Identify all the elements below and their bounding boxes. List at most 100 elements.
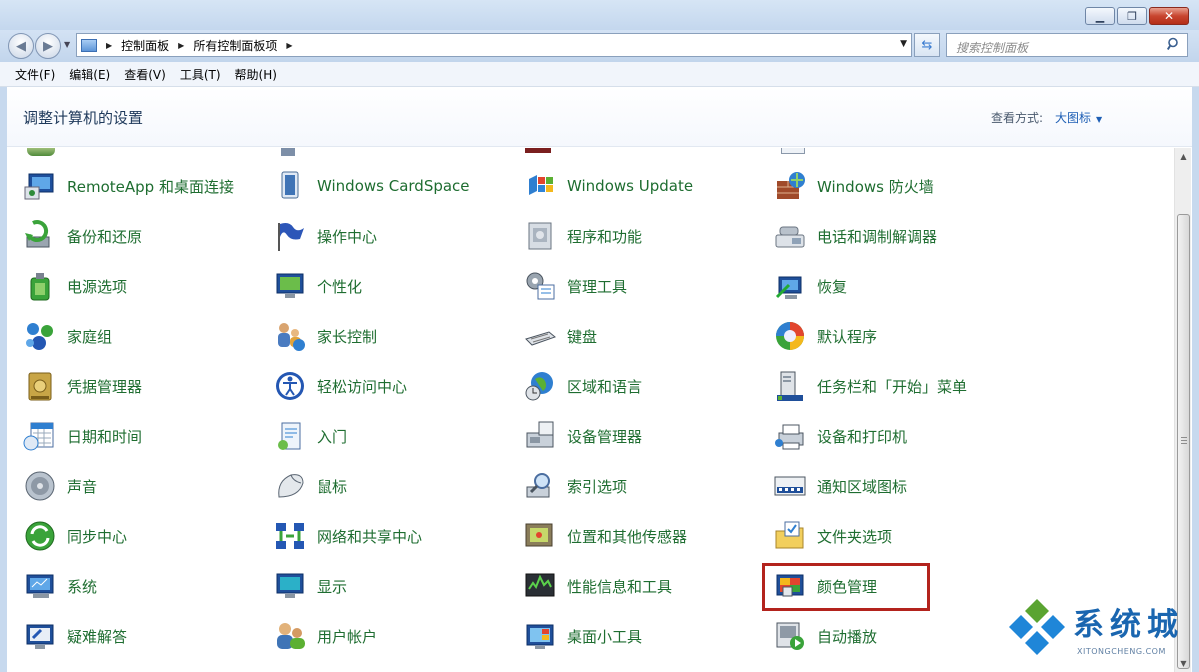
- control-panel-item[interactable]: 网络和共享中心: [273, 519, 518, 553]
- menu-tools[interactable]: 工具(T): [173, 66, 228, 83]
- item-label: 电源选项: [67, 277, 128, 296]
- control-panel-item[interactable]: 键盘: [523, 319, 768, 353]
- item-label: 家庭组: [67, 327, 113, 346]
- control-panel-icon: [81, 38, 97, 52]
- item-label: 性能信息和工具: [567, 577, 673, 596]
- windows-update-icon: [523, 169, 557, 203]
- minimize-button[interactable]: ▁: [1085, 7, 1115, 25]
- control-panel-item[interactable]: 位置和其他传感器: [523, 519, 768, 553]
- address-bar[interactable]: ▶ 控制面板 ▶ 所有控制面板项 ▶ ▼: [76, 33, 912, 57]
- item-label: 管理工具: [567, 277, 628, 296]
- devices-printers-icon: [773, 419, 807, 453]
- forward-button[interactable]: ▶: [35, 33, 61, 59]
- content-area: 调整计算机的设置 查看方式: 大图标 ▼ RemoteApp 和桌面连接 Windo…: [7, 87, 1192, 672]
- control-panel-item[interactable]: 设备管理器: [523, 419, 768, 453]
- item-label: 显示: [317, 577, 348, 596]
- control-panel-item[interactable]: 备份和还原: [23, 219, 268, 253]
- item-label: 桌面小工具: [567, 627, 643, 646]
- back-arrow-icon: ◀: [16, 38, 26, 54]
- control-panel-item[interactable]: 文件夹选项: [773, 519, 1018, 553]
- control-panel-item[interactable]: 桌面小工具: [523, 619, 768, 653]
- breadcrumb-chevron-icon[interactable]: ▶: [178, 41, 184, 50]
- watermark-logo: 系统城 XITONGCHENG.COM: [1005, 597, 1195, 661]
- item-label: 默认程序: [817, 327, 878, 346]
- ease-of-access-icon: [273, 369, 307, 403]
- control-panel-item[interactable]: 性能信息和工具: [523, 569, 768, 603]
- control-panel-item[interactable]: 家长控制: [273, 319, 518, 353]
- control-panel-item[interactable]: 凭据管理器: [23, 369, 268, 403]
- control-panel-item[interactable]: 区域和语言: [523, 369, 768, 403]
- close-button[interactable]: ✕: [1149, 7, 1189, 25]
- control-panel-item[interactable]: 轻松访问中心: [273, 369, 518, 403]
- control-panel-item[interactable]: 声音: [23, 469, 268, 503]
- item-label: Windows Update: [567, 177, 694, 195]
- item-label: 系统: [67, 577, 98, 596]
- vertical-scrollbar[interactable]: ▲ ▼: [1174, 148, 1191, 672]
- control-panel-item[interactable]: 自动播放: [773, 619, 1018, 653]
- menu-edit[interactable]: 编辑(E): [62, 66, 117, 83]
- control-panel-item[interactable]: 用户帐户: [273, 619, 518, 653]
- control-panel-item[interactable]: 系统: [23, 569, 268, 603]
- breadcrumb-all-items[interactable]: 所有控制面板项: [193, 37, 277, 54]
- location-sensors-icon: [523, 519, 557, 553]
- action-center-flag-icon: [273, 219, 307, 253]
- item-label: 区域和语言: [567, 377, 643, 396]
- content-header: 调整计算机的设置 查看方式: 大图标 ▼: [7, 87, 1192, 147]
- control-panel-item[interactable]: Windows 防火墙: [773, 169, 1018, 203]
- back-button[interactable]: ◀: [8, 33, 34, 59]
- search-input[interactable]: 搜索控制面板: [946, 33, 1188, 57]
- control-panel-item[interactable]: 日期和时间: [23, 419, 268, 453]
- cardspace-icon: [273, 169, 307, 203]
- address-dropdown-icon[interactable]: ▼: [900, 39, 907, 49]
- item-label: 声音: [67, 477, 98, 496]
- refresh-button[interactable]: ⇆: [914, 33, 940, 57]
- menu-help[interactable]: 帮助(H): [228, 66, 284, 83]
- display-icon: [273, 569, 307, 603]
- item-label: Windows 防火墙: [817, 177, 934, 196]
- control-panel-item[interactable]: 默认程序: [773, 319, 1018, 353]
- control-panel-item[interactable]: 设备和打印机: [773, 419, 1018, 453]
- control-panel-item[interactable]: 入门: [273, 419, 518, 453]
- control-panel-item[interactable]: 疑难解答: [23, 619, 268, 653]
- scroll-up-icon[interactable]: ▲: [1175, 148, 1192, 165]
- menu-bar: 文件(F) 编辑(E) 查看(V) 工具(T) 帮助(H): [0, 62, 1199, 87]
- control-panel-item[interactable]: 索引选项: [523, 469, 768, 503]
- control-panel-item[interactable]: 管理工具: [523, 269, 768, 303]
- dropdown-arrow-icon: ▼: [1096, 115, 1103, 124]
- breadcrumb-chevron-icon[interactable]: ▶: [106, 41, 112, 50]
- control-panel-item[interactable]: 任务栏和「开始」菜单: [773, 369, 1018, 403]
- control-panel-item[interactable]: 个性化: [273, 269, 518, 303]
- control-panel-item[interactable]: 恢复: [773, 269, 1018, 303]
- control-panel-item[interactable]: 鼠标: [273, 469, 518, 503]
- control-panel-item[interactable]: 家庭组: [23, 319, 268, 353]
- backup-icon: [23, 219, 57, 253]
- date-time-icon: [23, 419, 57, 453]
- control-panel-item[interactable]: 操作中心: [273, 219, 518, 253]
- gadgets-icon: [523, 619, 557, 653]
- control-panel-item[interactable]: 显示: [273, 569, 518, 603]
- menu-file[interactable]: 文件(F): [8, 66, 62, 83]
- control-panel-item[interactable]: 程序和功能: [523, 219, 768, 253]
- item-label: 疑难解答: [67, 627, 128, 646]
- control-panel-item[interactable]: Windows CardSpace: [273, 169, 518, 203]
- item-label: 恢复: [817, 277, 848, 296]
- control-panel-item[interactable]: 电源选项: [23, 269, 268, 303]
- maximize-button[interactable]: ❐: [1117, 7, 1147, 25]
- parental-controls-icon: [273, 319, 307, 353]
- control-panel-item[interactable]: 同步中心: [23, 519, 268, 553]
- breadcrumb-control-panel[interactable]: 控制面板: [121, 37, 169, 54]
- troubleshooting-icon: [23, 619, 57, 653]
- control-panel-item[interactable]: 通知区域图标: [773, 469, 1018, 503]
- item-label: 家长控制: [317, 327, 378, 346]
- control-panel-item[interactable]: 电话和调制解调器: [773, 219, 1018, 253]
- item-label: 个性化: [317, 277, 363, 296]
- control-panel-item[interactable]: Windows Update: [523, 169, 768, 203]
- history-dropdown-icon[interactable]: ▼: [64, 40, 70, 49]
- search-icon[interactable]: [1167, 37, 1181, 51]
- item-label: 设备管理器: [567, 427, 643, 446]
- breadcrumb-chevron-icon[interactable]: ▶: [286, 41, 292, 50]
- menu-view[interactable]: 查看(V): [117, 66, 173, 83]
- view-by-dropdown[interactable]: 大图标 ▼: [1055, 109, 1102, 126]
- item-label: 电话和调制解调器: [817, 227, 938, 246]
- control-panel-item[interactable]: RemoteApp 和桌面连接: [23, 169, 268, 203]
